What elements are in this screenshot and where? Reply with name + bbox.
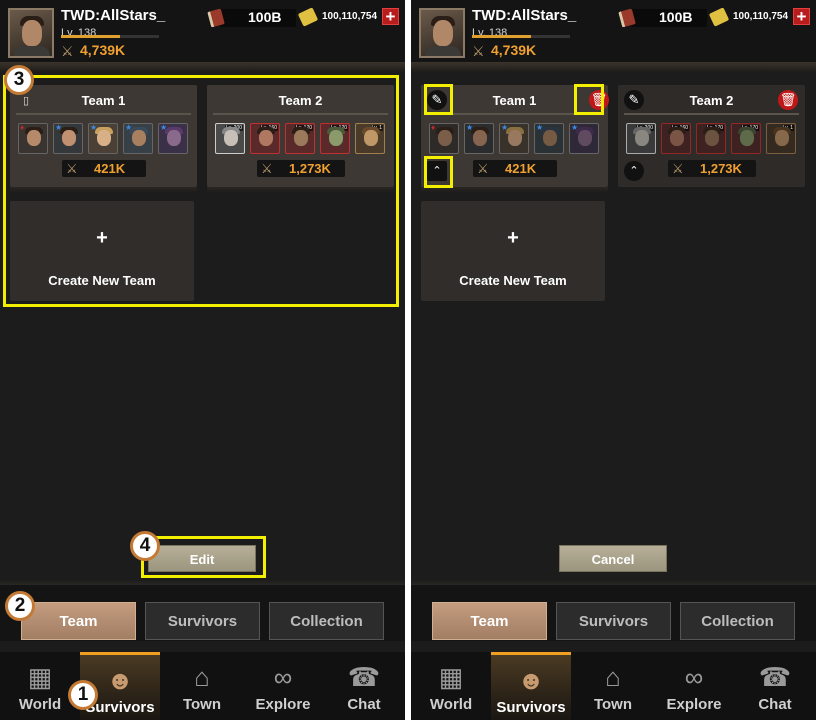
books-currency-value: 100B: [659, 9, 693, 25]
hero-slot[interactable]: ★: [499, 123, 529, 154]
level-progress-bar: [61, 35, 159, 38]
hero-slot[interactable]: Lv. 1: [766, 123, 796, 154]
divider: [624, 113, 799, 115]
highlight-move-top-icon: [424, 156, 453, 188]
nav-chat[interactable]: ☎ Chat: [735, 652, 815, 720]
nav-label: Town: [593, 696, 633, 713]
header-edge: [0, 62, 405, 72]
right-screen: TWD:AllStars_ Lv. 138 ⚔ 4,739K 100B 100,…: [411, 0, 816, 720]
survivor-portrait-icon: ☻: [106, 665, 134, 695]
team-card-2[interactable]: ✎ 🗑 Team 2 Lv. 200 Lv. 160 Lv. 170 Lv. 1…: [618, 85, 805, 187]
team-power: 1,273K: [700, 161, 742, 176]
highlight-edit-icon: [424, 84, 453, 115]
highlight-team-area: [3, 75, 399, 307]
nav-town[interactable]: ⌂ Town: [573, 652, 653, 720]
hero-slot[interactable]: Lv. 170: [696, 123, 726, 154]
player-avatar[interactable]: [8, 8, 54, 58]
power-swords-icon: ⚔: [672, 161, 684, 176]
step-badge-2: 2: [5, 591, 35, 621]
radio-icon: ☎: [347, 662, 381, 692]
building-icon: ⌂: [194, 662, 210, 692]
step-badge-1: 1: [68, 680, 98, 710]
create-new-team-button[interactable]: + Create New Team: [421, 201, 605, 301]
tab-survivors[interactable]: Survivors: [145, 602, 260, 640]
plus-icon: +: [507, 227, 519, 249]
step-badge-4: 4: [130, 531, 160, 561]
map-icon: ▦: [438, 662, 464, 692]
nav-explore[interactable]: ∞ Explore: [654, 652, 734, 720]
add-currency-button[interactable]: +: [382, 8, 399, 25]
nav-world[interactable]: ▦ World: [411, 652, 491, 720]
nav-label: Town: [182, 696, 222, 713]
level-progress-bar: [472, 35, 570, 38]
add-currency-button[interactable]: +: [793, 8, 810, 25]
building-icon: ⌂: [605, 662, 621, 692]
hero-slot[interactable]: Lv. 170: [731, 123, 761, 154]
nav-label: Chat: [758, 696, 792, 713]
create-team-label: Create New Team: [459, 273, 567, 288]
nav-chat[interactable]: ☎ Chat: [324, 652, 404, 720]
nav-label: Chat: [347, 696, 381, 713]
map-icon: ▦: [27, 662, 53, 692]
player-power: 4,739K: [491, 42, 537, 58]
player-avatar[interactable]: [419, 8, 465, 58]
nav-explore[interactable]: ∞ Explore: [243, 652, 323, 720]
team-power-badge: ⚔ 421K: [473, 160, 557, 177]
player-name: TWD:AllStars_: [61, 7, 166, 24]
left-screen: TWD:AllStars_ Lv. 138 ⚔ 4,739K 100B 100,…: [0, 0, 405, 720]
nav-label: World: [429, 696, 473, 713]
hero-slot[interactable]: Lv. 160: [661, 123, 691, 154]
team-title: Team 2: [689, 93, 734, 108]
nav-label: Explore: [666, 696, 722, 713]
team-power-badge: ⚔ 1,273K: [668, 160, 756, 177]
hero-slot[interactable]: ★: [534, 123, 564, 154]
tab-team[interactable]: Team: [21, 602, 136, 640]
team-power: 421K: [505, 161, 537, 176]
power-swords-icon: ⚔: [472, 43, 485, 59]
step-badge-3: 3: [4, 65, 34, 95]
nav-label: Explore: [255, 696, 311, 713]
tab-collection[interactable]: Collection: [269, 602, 384, 640]
binoculars-icon: ∞: [273, 662, 293, 692]
nav-survivors[interactable]: ☻ Survivors: [491, 652, 571, 720]
header-edge: [411, 62, 816, 72]
hero-slot[interactable]: ★: [569, 123, 599, 154]
tab-team[interactable]: Team: [432, 602, 547, 640]
radio-icon: ☎: [758, 662, 792, 692]
hero-slot[interactable]: Lv. 200: [626, 123, 656, 154]
player-name: TWD:AllStars_: [472, 7, 577, 24]
nav-world[interactable]: ▦ World: [0, 652, 80, 720]
tickets-currency-value: 100,110,754: [733, 11, 789, 22]
player-power: 4,739K: [80, 42, 126, 58]
tab-collection[interactable]: Collection: [680, 602, 795, 640]
nav-town[interactable]: ⌂ Town: [162, 652, 242, 720]
survivor-portrait-icon: ☻: [517, 665, 545, 695]
power-swords-icon: ⚔: [477, 161, 489, 176]
power-swords-icon: ⚔: [61, 43, 74, 59]
move-to-top-icon[interactable]: ⌃: [624, 161, 644, 181]
hero-slot[interactable]: ★: [464, 123, 494, 154]
hero-slot[interactable]: ♦: [429, 123, 459, 154]
tickets-currency-value: 100,110,754: [322, 11, 378, 22]
binoculars-icon: ∞: [684, 662, 704, 692]
books-currency-value: 100B: [248, 9, 282, 25]
nav-label: Survivors: [496, 699, 566, 716]
cancel-button[interactable]: Cancel: [559, 545, 667, 572]
highlight-delete-icon: [574, 84, 604, 115]
tab-survivors[interactable]: Survivors: [556, 602, 671, 640]
